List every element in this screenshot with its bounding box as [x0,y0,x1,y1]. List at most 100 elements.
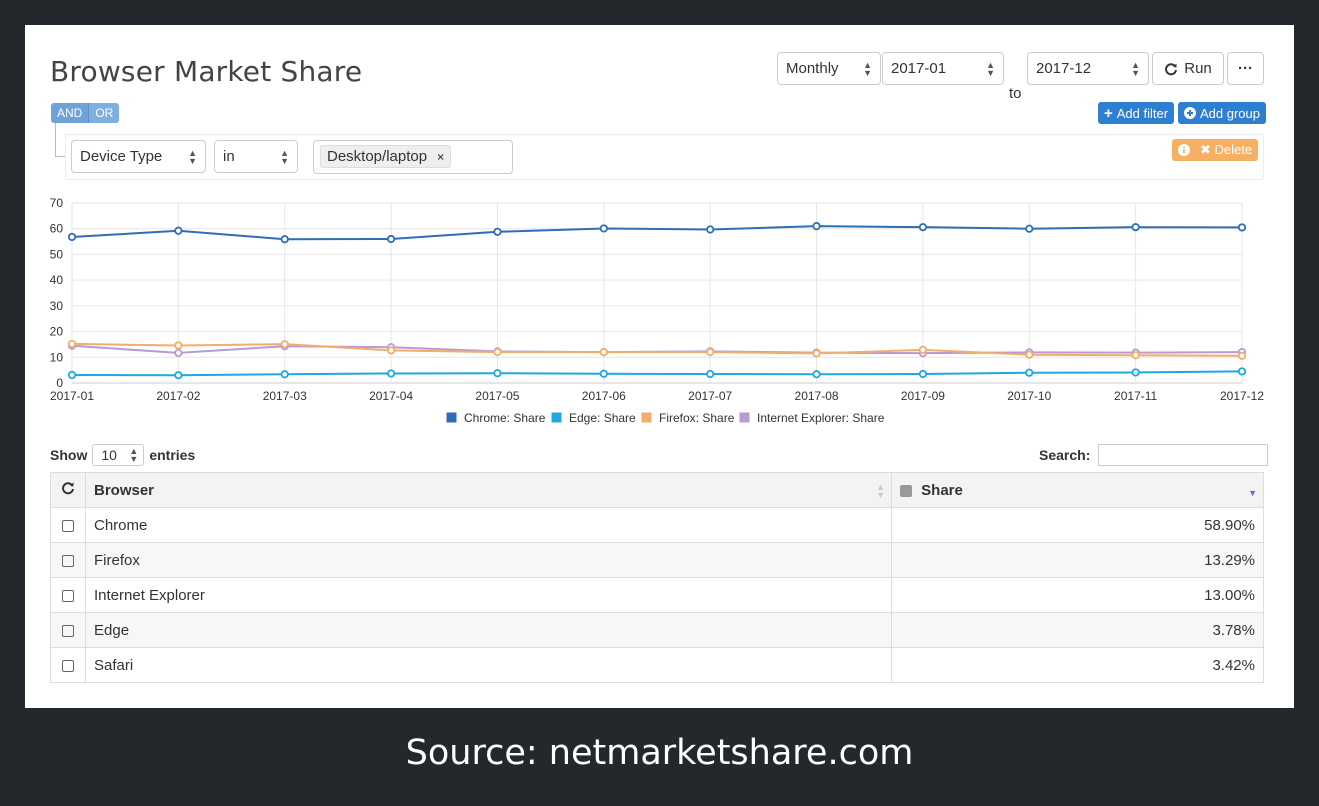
operator-select[interactable]: in ▲ ▼ [214,140,298,173]
data-point [812,370,821,379]
line-chart: 0 10 20 30 40 50 60 70 2017-01 2017-02 2017-03 2017… [50,196,1265,425]
row-checkbox[interactable] [62,589,74,602]
data-point [918,223,928,232]
more-button[interactable]: ··· [1227,52,1264,85]
x-tick-label: 2017-08 [795,389,839,403]
add-group-button[interactable]: Add group [1178,102,1266,124]
period-select[interactable]: Monthly ▲ ▼ [777,52,881,85]
browser-cell: Firefox [85,542,892,578]
table-row: Edge 3.78% [50,612,1264,648]
data-point [1131,223,1140,232]
data-point [67,339,77,349]
legend-label: Chrome: Share [464,411,546,425]
data-point [1025,224,1034,233]
browser-column-label: Browser [94,481,155,499]
field-select[interactable]: Device Type ▲ ▼ [71,140,206,173]
data-point [386,369,396,378]
entries-control: Show 10 ▲ ▼ entries [50,444,195,466]
share-cell: 13.29% [891,542,1264,578]
data-point [493,348,502,357]
legend-swatch [550,411,563,424]
data-point [280,340,289,349]
data-point [599,369,608,378]
refresh-column-header[interactable] [50,472,86,508]
source-caption: Source: netmarketshare.com [405,733,914,773]
data-point [174,226,183,235]
x-tick-label: 2017-03 [263,389,307,403]
search-label: Search: [1039,447,1091,463]
series-line [71,342,1243,357]
data-point [493,227,502,236]
search-input[interactable] [1098,444,1269,466]
select-arrows-icon: ▲ ▼ [1131,59,1140,78]
x-tick-label: 2017-12 [1220,389,1264,403]
y-tick-label: 0 [56,376,63,390]
add-filter-button[interactable]: + Add filter [1098,102,1175,124]
data-point [67,370,77,380]
legend-label: Internet Explorer: Share [757,411,885,425]
share-cell: 13.00% [891,577,1264,613]
table-row: Safari 3.42% [50,647,1264,683]
data-point [174,348,183,358]
browser-column-header[interactable]: Browser ▲ ▼ [85,472,892,508]
sort-icon: ▲ ▼ [876,482,885,500]
row-checkbox-cell [50,612,86,648]
delete-label: ✖ Delete [1199,142,1253,157]
row-checkbox[interactable] [62,519,74,532]
share-column-label: Share [921,481,963,499]
legend-label: Edge: Share [569,411,636,425]
data-point [1237,223,1247,232]
browser-cell: Internet Explorer [85,577,892,613]
select-arrows-icon: ▲ ▼ [188,147,197,166]
data-point [493,369,502,378]
row-checkbox[interactable] [62,659,74,672]
field-value: Device Type [80,148,163,165]
data-point [1131,368,1140,377]
to-date-value: 2017-12 [1036,60,1092,77]
y-tick-label: 70 [50,196,64,210]
legend-swatch [738,411,751,424]
run-button[interactable]: Run [1152,52,1224,85]
entries-label: entries [149,447,196,463]
table-row: Internet Explorer 13.00% [50,577,1264,613]
value-tag-label: Desktop/laptop [327,148,428,165]
or-button[interactable]: OR [88,103,120,123]
data-point [174,371,183,380]
report-panel: Browser Market Share Monthly ▲ ▼ 2017-01 … [25,25,1294,708]
add-group-label: Add group [1200,105,1260,121]
data-point [1237,351,1247,360]
from-date-value: 2017-01 [891,60,947,77]
value-input[interactable]: Desktop/laptop × [313,140,513,174]
info-icon [1177,144,1190,156]
entries-select[interactable]: 10 ▲ ▼ [92,444,145,466]
remove-tag-icon[interactable]: × [437,150,444,164]
series-line [71,225,1243,241]
legend-label: Firefox: Share [659,411,735,425]
x-tick-label: 2017-10 [1007,389,1051,403]
data-point [706,225,715,234]
data-point [1131,351,1140,360]
y-tick-label: 60 [50,222,64,236]
search-control: Search: [1039,444,1269,466]
data-point [706,369,715,379]
select-arrows-icon: ▲ ▼ [280,147,289,166]
legend-swatch [445,411,458,424]
share-column-header[interactable]: Share ▼ [891,472,1264,508]
row-checkbox-cell [50,647,86,683]
and-button[interactable]: AND [51,103,89,123]
table-row: Chrome 58.90% [50,507,1264,543]
show-label: Show [50,447,88,463]
row-checkbox[interactable] [62,624,74,637]
data-point [386,346,396,355]
data-point [280,235,289,244]
row-checkbox[interactable] [62,554,74,567]
refresh-icon [62,482,74,495]
delete-rule-button[interactable]: ✖ Delete [1172,139,1258,161]
row-checkbox-cell [50,577,86,613]
data-point [812,222,821,231]
select-arrows-icon: ▲ ▼ [863,59,872,78]
from-date-select[interactable]: 2017-01 ▲ ▼ [882,52,1004,85]
to-date-select[interactable]: 2017-12 ▲ ▼ [1027,52,1149,85]
run-label: Run [1184,60,1212,77]
select-arrows-icon: ▲ ▼ [986,59,995,78]
